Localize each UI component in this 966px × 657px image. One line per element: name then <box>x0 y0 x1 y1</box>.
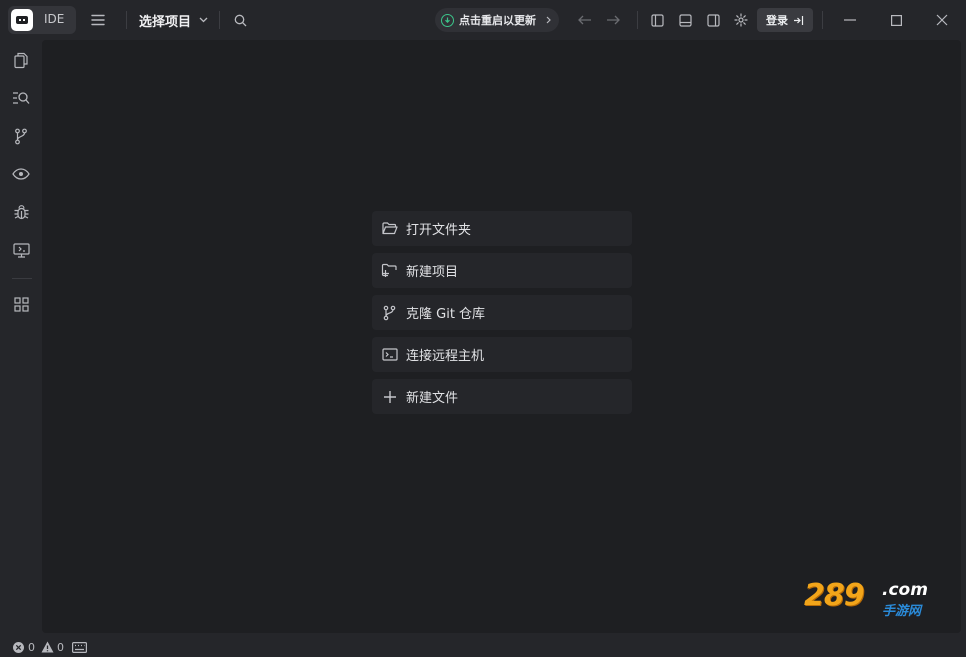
git-branch-icon <box>381 304 398 321</box>
warning-icon <box>41 641 54 653</box>
grid-icon[interactable] <box>11 294 31 314</box>
keyboard-icon[interactable] <box>72 641 87 653</box>
search-list-icon[interactable] <box>11 88 31 108</box>
terminal-icon <box>381 346 398 363</box>
back-arrow-icon[interactable] <box>575 10 595 30</box>
connect-remote-host-button[interactable]: 连接远程主机 <box>372 337 632 372</box>
forward-arrow-icon[interactable] <box>603 10 623 30</box>
project-select-label: 选择项目 <box>139 14 192 30</box>
warning-count: 0 <box>57 640 64 654</box>
watermark-number: 289 <box>804 578 865 613</box>
status-bar: 0 0 <box>0 637 966 657</box>
maximize-icon[interactable] <box>886 10 906 30</box>
download-icon <box>441 13 454 27</box>
chevron-right-icon <box>546 16 551 24</box>
login-button[interactable]: 登录 <box>757 8 813 32</box>
divider <box>637 11 638 29</box>
error-count: 0 <box>28 640 35 654</box>
folder-open-icon <box>381 220 398 237</box>
open-folder-label: 打开文件夹 <box>406 223 472 238</box>
clone-git-repo-label: 克隆 Git 仓库 <box>406 307 486 322</box>
divider <box>126 11 127 29</box>
divider <box>12 278 32 279</box>
divider <box>219 11 220 29</box>
title-bar: IDE 选择项目 点击重启以更新 登录 <box>0 0 966 40</box>
gear-icon[interactable] <box>731 10 751 30</box>
new-project-label: 新建项目 <box>406 265 459 280</box>
toggle-right-panel-icon[interactable] <box>703 10 723 30</box>
open-folder-button[interactable]: 打开文件夹 <box>372 211 632 246</box>
plus-icon <box>381 388 398 405</box>
app-logo-icon <box>11 9 33 31</box>
app-logo-label: IDE <box>44 12 65 26</box>
search-icon[interactable] <box>230 10 250 30</box>
update-label: 点击重启以更新 <box>459 14 536 27</box>
activity-bar <box>0 40 42 633</box>
problems-status[interactable]: 0 0 <box>12 641 64 654</box>
new-file-label: 新建文件 <box>406 391 459 406</box>
menu-icon[interactable] <box>88 10 108 30</box>
toggle-bottom-panel-icon[interactable] <box>675 10 695 30</box>
new-project-button[interactable]: 新建项目 <box>372 253 632 288</box>
files-icon[interactable] <box>11 50 31 70</box>
toggle-left-panel-icon[interactable] <box>647 10 667 30</box>
watermark-sub: 手游网 <box>882 604 922 619</box>
close-icon[interactable] <box>932 10 952 30</box>
app-logo-button[interactable]: IDE <box>8 6 76 34</box>
minimize-icon[interactable] <box>840 10 860 30</box>
watermark-domain: .com <box>882 580 928 600</box>
divider <box>822 11 823 29</box>
git-branch-icon[interactable] <box>11 126 31 146</box>
welcome-actions: 打开文件夹 新建项目 克隆 Git 仓库 连接远程主机 新建文件 <box>372 211 632 421</box>
remote-monitor-icon[interactable] <box>11 240 31 260</box>
eye-icon[interactable] <box>11 164 31 184</box>
error-icon <box>12 641 25 654</box>
editor-area: 打开文件夹 新建项目 克隆 Git 仓库 连接远程主机 新建文件 <box>42 40 961 633</box>
new-file-button[interactable]: 新建文件 <box>372 379 632 414</box>
login-label: 登录 <box>766 14 788 27</box>
clone-git-repo-button[interactable]: 克隆 Git 仓库 <box>372 295 632 330</box>
new-project-icon <box>381 262 398 279</box>
update-restart-button[interactable]: 点击重启以更新 <box>435 8 559 32</box>
bug-icon[interactable] <box>11 202 31 222</box>
chevron-down-icon <box>199 17 208 23</box>
watermark-logo: 289 .com 手游网 <box>800 578 950 620</box>
sign-in-icon <box>793 15 804 26</box>
connect-remote-host-label: 连接远程主机 <box>406 349 485 364</box>
project-select[interactable]: 选择项目 <box>139 11 208 30</box>
